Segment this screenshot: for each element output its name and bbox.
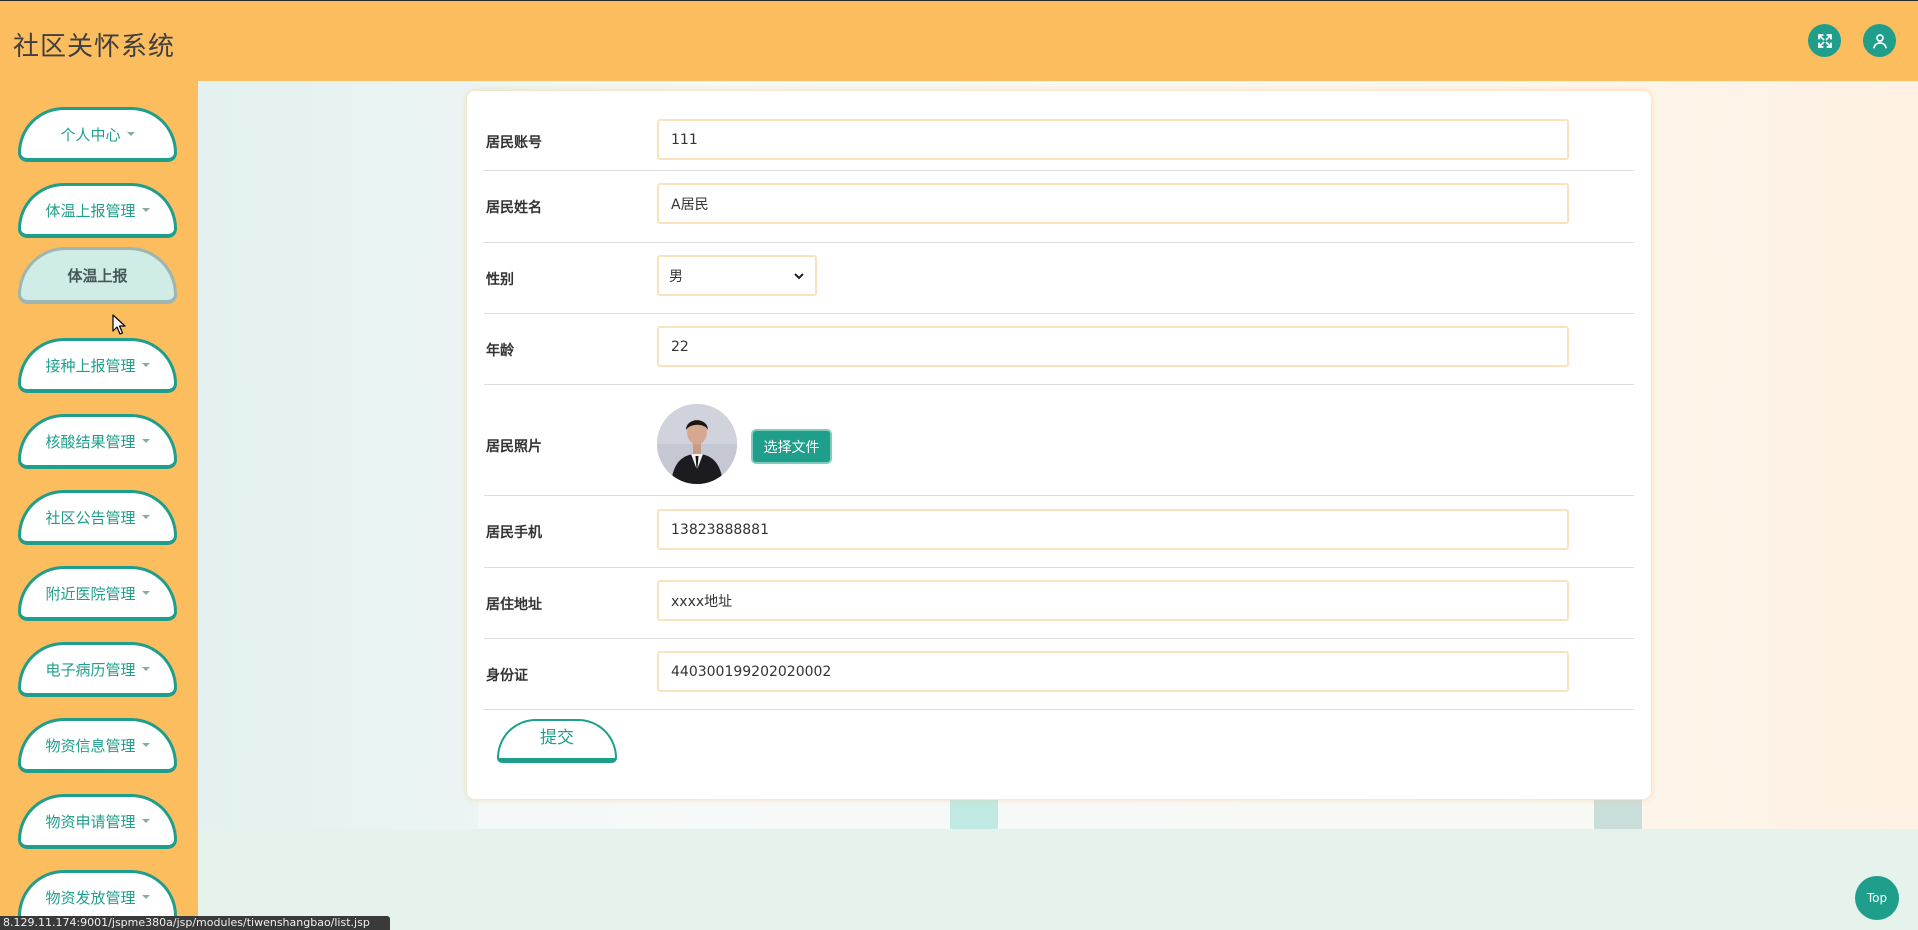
form-row-address: 居住地址 — [484, 568, 1634, 639]
resident-form: 居民账号 居民姓名 性别 男 年龄 居民照片 — [467, 91, 1651, 799]
photo-label: 居民照片 — [486, 439, 542, 455]
sidebar-item-label: 接种上报管理 — [45, 356, 136, 375]
resident-photo-avatar — [657, 404, 737, 484]
caret-down-icon — [141, 439, 150, 443]
submit-button[interactable]: 提交 — [497, 719, 617, 763]
form-row-account: 居民账号 — [484, 91, 1634, 171]
sidebar: 个人中心 体温上报管理 体温上报 接种上报管理 核酸结果管理 社区公告管理 附近… — [0, 81, 198, 930]
sidebar-subitem-temperature-report[interactable]: 体温上报 — [18, 247, 177, 304]
phone-label: 居民手机 — [486, 525, 542, 541]
caret-down-icon — [141, 208, 150, 212]
phone-input[interactable] — [657, 509, 1569, 550]
background-accent — [950, 800, 998, 829]
sidebar-item-label: 体温上报管理 — [45, 201, 136, 220]
gender-selected-value: 男 — [669, 268, 683, 285]
age-label: 年龄 — [486, 343, 514, 359]
sidebar-subitem-label: 体温上报 — [67, 266, 128, 285]
sidebar-item-label: 核酸结果管理 — [45, 432, 136, 451]
sidebar-item-supply-info[interactable]: 物资信息管理 — [18, 718, 177, 773]
address-label: 居住地址 — [486, 597, 542, 613]
sidebar-item-label: 社区公告管理 — [45, 508, 136, 527]
name-input[interactable] — [657, 183, 1569, 224]
idcard-label: 身份证 — [486, 668, 528, 684]
mouse-cursor-icon — [112, 314, 126, 335]
person-photo-icon — [657, 404, 737, 484]
sidebar-item-nucleic-acid[interactable]: 核酸结果管理 — [18, 414, 177, 469]
caret-down-icon — [141, 591, 150, 595]
form-row-name: 居民姓名 — [484, 171, 1634, 243]
background-strip — [478, 800, 1642, 829]
background-accent — [1594, 800, 1642, 829]
sidebar-item-label: 物资信息管理 — [45, 736, 136, 755]
sidebar-item-label: 附近医院管理 — [45, 584, 136, 603]
idcard-input[interactable] — [657, 651, 1569, 692]
sidebar-item-temperature-report[interactable]: 体温上报管理 — [18, 183, 177, 238]
caret-down-icon — [141, 667, 150, 671]
name-label: 居民姓名 — [486, 200, 542, 216]
sidebar-item-personal-center[interactable]: 个人中心 — [18, 107, 177, 162]
sidebar-item-label: 个人中心 — [60, 125, 121, 144]
address-input[interactable] — [657, 580, 1569, 621]
caret-down-icon — [141, 743, 150, 747]
sidebar-item-label: 物资申请管理 — [45, 812, 136, 831]
chevron-down-icon — [794, 272, 804, 279]
sidebar-item-supply-request[interactable]: 物资申请管理 — [18, 794, 177, 849]
caret-down-icon — [141, 819, 150, 823]
caret-down-icon — [141, 895, 150, 899]
caret-down-icon — [141, 515, 150, 519]
account-label: 居民账号 — [486, 135, 542, 151]
form-row-gender: 性别 男 — [484, 243, 1634, 314]
sidebar-item-medical-record[interactable]: 电子病历管理 — [18, 642, 177, 697]
sidebar-item-label: 电子病历管理 — [45, 660, 136, 679]
user-icon — [1872, 33, 1887, 49]
app-title: 社区关怀系统 — [13, 32, 176, 62]
form-row-idcard: 身份证 — [484, 639, 1634, 710]
user-menu-button[interactable] — [1863, 24, 1896, 57]
form-row-age: 年龄 — [484, 314, 1634, 385]
choose-file-button[interactable]: 选择文件 — [751, 429, 832, 464]
top-header: 社区关怀系统 — [0, 0, 1918, 81]
form-row-phone: 居民手机 — [484, 496, 1634, 568]
sidebar-item-community-notice[interactable]: 社区公告管理 — [18, 490, 177, 545]
age-input[interactable] — [657, 326, 1569, 367]
gender-select[interactable]: 男 — [657, 255, 817, 296]
account-input[interactable] — [657, 119, 1569, 160]
sidebar-item-nearby-hospital[interactable]: 附近医院管理 — [18, 566, 177, 621]
expand-icon — [1817, 33, 1832, 48]
form-row-photo: 居民照片 选择文件 — [484, 385, 1634, 496]
gender-label: 性别 — [486, 272, 514, 288]
caret-down-icon — [141, 363, 150, 367]
scroll-top-button[interactable]: Top — [1855, 876, 1899, 920]
caret-down-icon — [126, 132, 135, 136]
sidebar-item-label: 物资发放管理 — [45, 888, 136, 907]
sidebar-item-vaccination-report[interactable]: 接种上报管理 — [18, 338, 177, 393]
fullscreen-button[interactable] — [1808, 24, 1841, 57]
status-bar-url: 8.129.11.174:9001/jspme380a/jsp/modules/… — [0, 916, 390, 930]
